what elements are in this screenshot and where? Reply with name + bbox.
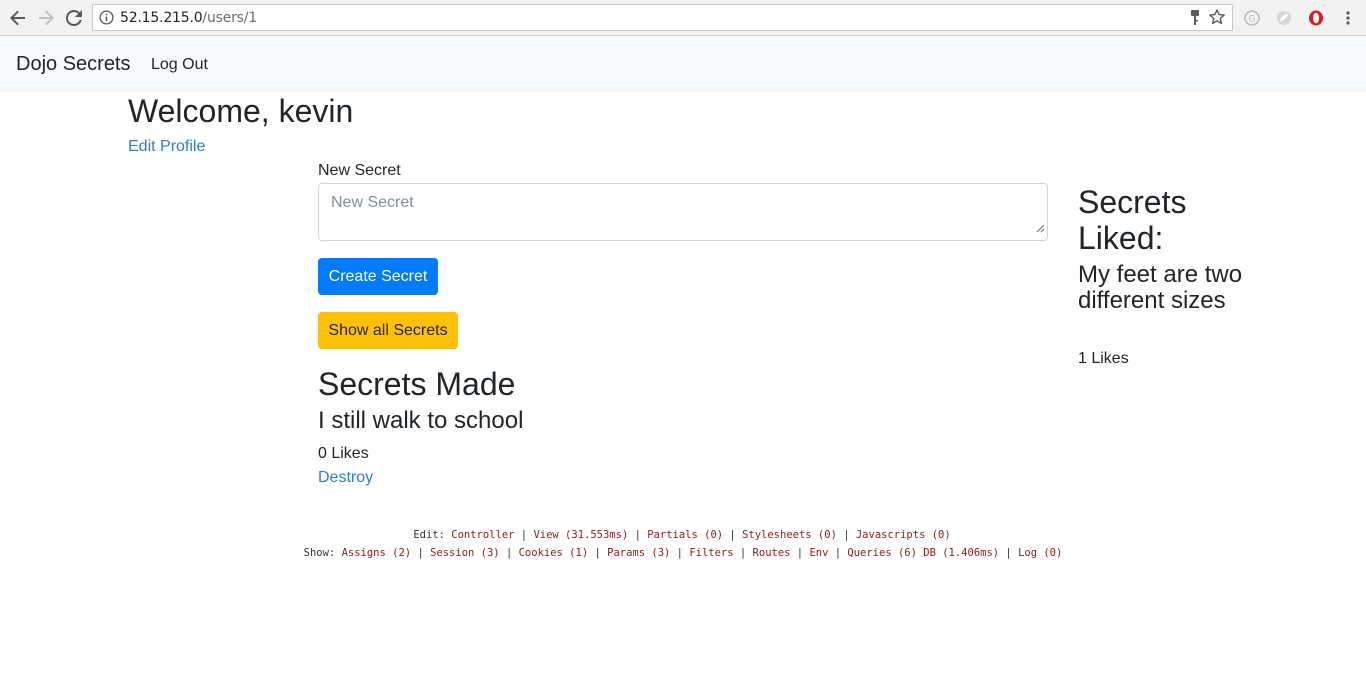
reload-icon[interactable]: [64, 8, 84, 28]
info-icon[interactable]: [99, 10, 114, 30]
create-secret-button[interactable]: Create Secret: [318, 258, 438, 295]
svg-text:G: G: [1249, 15, 1256, 25]
key-icon[interactable]: [1190, 10, 1200, 31]
debug-link[interactable]: Queries (6) DB (1.406ms): [847, 547, 999, 559]
url-path: /users/1: [202, 10, 257, 26]
debug-link[interactable]: Controller: [451, 529, 514, 541]
made-secret-text: I still walk to school: [318, 407, 524, 434]
made-secret-likes: 0 Likes: [318, 445, 369, 462]
address-bar[interactable]: 52.15.215.0/users/1: [92, 4, 1233, 31]
secrets-liked-heading: Secrets Liked:: [1078, 184, 1187, 256]
debug-link[interactable]: Stylesheets (0): [742, 529, 837, 541]
browser-toolbar: 52.15.215.0/users/1 G: [0, 0, 1366, 36]
resize-grip-icon[interactable]: [1036, 220, 1045, 238]
debug-edit-prefix: Edit:: [413, 529, 445, 541]
menu-dots-icon[interactable]: [1338, 8, 1358, 28]
debug-link[interactable]: Session (3): [430, 547, 500, 559]
debug-link[interactable]: Env: [809, 547, 828, 559]
debug-show-prefix: Show:: [303, 547, 336, 559]
new-secret-textarea[interactable]: New Secret: [318, 183, 1048, 241]
welcome-heading: Welcome, kevin: [128, 93, 354, 129]
debug-link[interactable]: Cookies (1): [519, 547, 589, 559]
new-secret-placeholder: New Secret: [331, 194, 414, 211]
debug-link[interactable]: Routes: [753, 547, 791, 559]
grammarly-icon[interactable]: G: [1242, 8, 1262, 28]
extension-leaf-icon[interactable]: [1274, 8, 1294, 28]
debug-link[interactable]: Javascripts (0): [856, 529, 951, 541]
bookmark-star-icon[interactable]: [1209, 9, 1225, 30]
show-all-secrets-button[interactable]: Show all Secrets: [318, 312, 458, 349]
debug-show-bar: Show: Assigns (2) | Session (3) | Cookie…: [303, 547, 1063, 559]
logout-link[interactable]: Log Out: [151, 56, 208, 74]
debug-edit-bar: Edit: Controller | View (31.553ms) | Par…: [413, 529, 951, 541]
debug-link[interactable]: Assigns (2): [342, 547, 412, 559]
debug-link[interactable]: Partials (0): [647, 529, 723, 541]
url-text: 52.15.215.0/users/1: [120, 10, 257, 26]
destroy-link[interactable]: Destroy: [318, 469, 373, 487]
edit-profile-link[interactable]: Edit Profile: [128, 138, 205, 156]
url-host: 52.15.215.0: [120, 10, 203, 26]
new-secret-label: New Secret: [318, 162, 401, 179]
debug-link[interactable]: Log (0): [1018, 547, 1062, 559]
secrets-made-heading: Secrets Made: [318, 366, 516, 402]
debug-link[interactable]: View (31.553ms): [533, 529, 628, 541]
forward-icon[interactable]: [36, 8, 56, 28]
liked-secret-text: My feet are two different sizes: [1078, 261, 1243, 314]
debug-link[interactable]: Filters: [689, 547, 733, 559]
app-navbar: Dojo Secrets Log Out: [0, 36, 1366, 92]
brand-link[interactable]: Dojo Secrets: [16, 53, 131, 76]
back-icon[interactable]: [8, 8, 28, 28]
liked-secret-likes: 1 Likes: [1078, 350, 1129, 367]
debug-link[interactable]: Params (3): [607, 547, 670, 559]
opera-icon[interactable]: [1306, 8, 1326, 28]
